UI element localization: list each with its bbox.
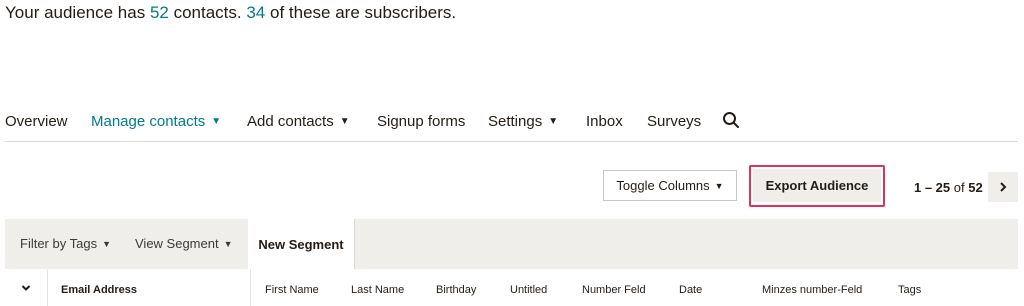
column-header-number-feld[interactable]: Number Feld xyxy=(582,284,646,296)
chevron-down-icon: ▼ xyxy=(714,180,724,191)
chevron-down-icon: ▼ xyxy=(223,239,233,249)
view-segment-label: View Segment xyxy=(135,236,219,251)
nav-surveys[interactable]: Surveys xyxy=(647,113,701,130)
filter-bar: Filter by Tags ▼ View Segment ▼ New Segmen… xyxy=(5,219,1018,269)
chevron-down-icon: ▼ xyxy=(339,116,350,127)
chevron-right-icon xyxy=(1000,182,1007,192)
nav-inbox-label: Inbox xyxy=(586,113,623,130)
pagination-total: 52 xyxy=(968,180,983,195)
nav-inbox[interactable]: Inbox xyxy=(586,113,623,130)
summary-prefix: Your audience has xyxy=(5,3,150,22)
nav-signup-forms-label: Signup forms xyxy=(377,113,466,130)
summary-middle: contacts. xyxy=(168,3,247,22)
nav-settings-label: Settings xyxy=(488,113,543,130)
column-header-date[interactable]: Date xyxy=(679,284,702,296)
new-segment-button[interactable]: New Segment xyxy=(248,219,355,269)
nav-manage-contacts[interactable]: Manage contacts ▼ xyxy=(91,113,221,130)
filter-by-tags-dropdown[interactable]: Filter by Tags ▼ xyxy=(20,236,111,251)
column-header-minzes-number-feld[interactable]: Minzes number-Feld xyxy=(762,284,862,296)
column-divider xyxy=(47,269,48,306)
subscribers-count: 34 xyxy=(246,3,266,22)
toggle-columns-label: Toggle Columns xyxy=(616,178,710,193)
audience-nav: Overview Manage contacts ▼ Add contacts ▼ … xyxy=(5,108,1018,142)
export-audience-label: Export Audience xyxy=(765,178,869,193)
column-header-first-name[interactable]: First Name xyxy=(265,284,319,296)
select-all-toggle[interactable] xyxy=(5,269,47,306)
column-header-last-name[interactable]: Last Name xyxy=(351,284,404,296)
filter-by-tags-label: Filter by Tags xyxy=(20,236,98,251)
toggle-columns-button[interactable]: Toggle Columns ▼ xyxy=(603,170,737,201)
export-audience-button[interactable]: Export Audience xyxy=(753,169,881,202)
pagination-info: 1 – 25 of 52 xyxy=(914,180,983,195)
nav-surveys-label: Surveys xyxy=(647,113,702,130)
nav-overview-label: Overview xyxy=(5,113,68,130)
view-segment-dropdown[interactable]: View Segment ▼ xyxy=(135,236,233,251)
next-page-button[interactable] xyxy=(988,172,1018,202)
contacts-table-header: Email Address First Name Last Name Birth… xyxy=(5,269,1018,306)
pagination-range: 1 – 25 xyxy=(914,180,951,195)
audience-summary: Your audience has 52 contacts. 34 of the… xyxy=(5,3,456,23)
chevron-down-icon: ▼ xyxy=(211,116,222,127)
column-header-birthday[interactable]: Birthday xyxy=(436,284,476,296)
column-header-tags[interactable]: Tags xyxy=(898,284,921,296)
chevron-down-icon xyxy=(21,284,31,291)
column-header-untitled[interactable]: Untitled xyxy=(510,284,547,296)
contacts-count: 52 xyxy=(149,3,169,22)
new-segment-label: New Segment xyxy=(258,236,344,252)
nav-manage-contacts-label: Manage contacts xyxy=(91,113,206,130)
nav-add-contacts[interactable]: Add contacts ▼ xyxy=(247,113,350,130)
nav-signup-forms[interactable]: Signup forms xyxy=(377,113,465,130)
column-divider xyxy=(250,269,251,306)
nav-settings[interactable]: Settings ▼ xyxy=(488,113,558,130)
pagination-of: of xyxy=(950,180,969,195)
chevron-down-icon: ▼ xyxy=(102,239,111,249)
nav-add-contacts-label: Add contacts xyxy=(247,113,334,130)
chevron-down-icon: ▼ xyxy=(548,116,559,127)
column-header-email[interactable]: Email Address xyxy=(61,284,137,296)
summary-suffix: of these are subscribers. xyxy=(265,3,457,22)
search-icon[interactable] xyxy=(722,111,740,129)
nav-overview[interactable]: Overview xyxy=(5,113,68,130)
